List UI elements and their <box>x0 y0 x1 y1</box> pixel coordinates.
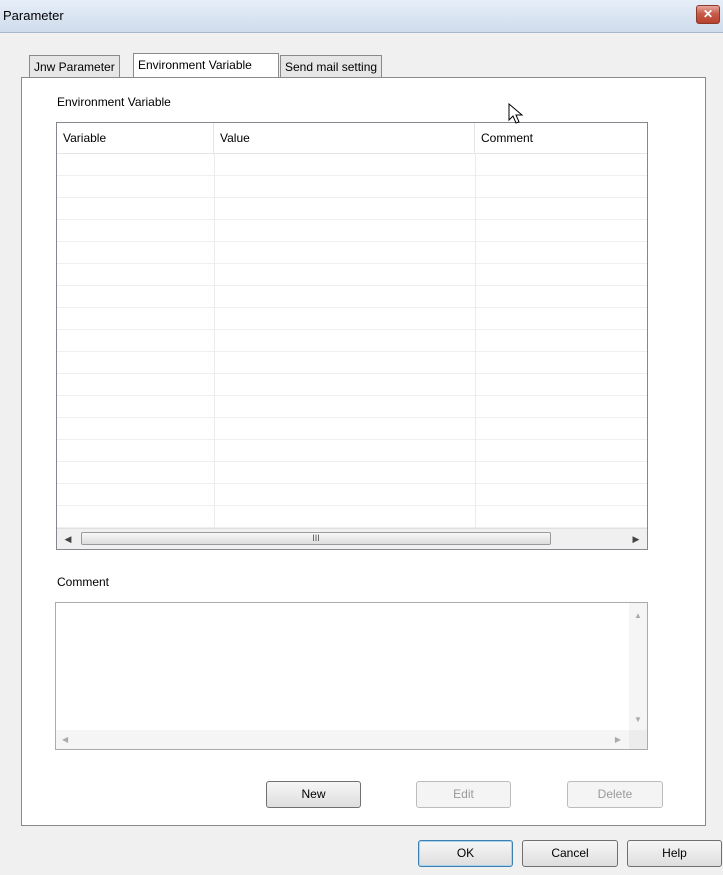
tab-environment-variable[interactable]: Environment Variable <box>133 53 279 77</box>
chevron-left-icon[interactable]: ◀ <box>62 735 68 744</box>
comment-vertical-scrollbar[interactable]: ▲ ▼ <box>629 603 647 730</box>
chevron-up-icon[interactable]: ▲ <box>634 611 642 620</box>
chevron-right-icon[interactable]: ▶ <box>629 532 643 546</box>
delete-button[interactable]: Delete <box>567 781 663 808</box>
table-row[interactable] <box>57 264 647 286</box>
mouse-cursor-icon <box>508 103 524 124</box>
title-bar: Parameter ✕ <box>0 0 723 33</box>
table-row[interactable] <box>57 220 647 242</box>
environment-variable-table[interactable]: Variable Value Comment ◀ III ▶ <box>56 122 648 550</box>
table-row[interactable] <box>57 242 647 264</box>
help-button[interactable]: Help <box>627 840 722 867</box>
window-title: Parameter <box>3 8 64 23</box>
column-header-value[interactable]: Value <box>214 123 475 153</box>
edit-button[interactable]: Edit <box>416 781 511 808</box>
table-row[interactable] <box>57 418 647 440</box>
table-row[interactable] <box>57 462 647 484</box>
grip-icon: III <box>312 533 320 543</box>
column-divider <box>214 154 215 528</box>
ok-button[interactable]: OK <box>418 840 513 867</box>
table-row[interactable] <box>57 308 647 330</box>
column-divider <box>475 154 476 528</box>
table-row[interactable] <box>57 198 647 220</box>
table-row[interactable] <box>57 330 647 352</box>
new-button[interactable]: New <box>266 781 361 808</box>
scrollbar-thumb[interactable]: III <box>81 532 551 545</box>
comment-textarea[interactable]: ▲ ▼ ◀ ▶ <box>55 602 648 750</box>
table-row[interactable] <box>57 176 647 198</box>
table-horizontal-scrollbar[interactable]: ◀ III ▶ <box>57 528 647 549</box>
cancel-button[interactable]: Cancel <box>522 840 618 867</box>
close-button[interactable]: ✕ <box>696 5 720 24</box>
chevron-left-icon[interactable]: ◀ <box>61 532 75 546</box>
comment-horizontal-scrollbar[interactable]: ◀ ▶ <box>56 730 629 749</box>
tab-jnw-parameter[interactable]: Jnw Parameter <box>29 55 120 77</box>
table-row[interactable] <box>57 154 647 176</box>
chevron-down-icon[interactable]: ▼ <box>634 715 642 724</box>
table-row[interactable] <box>57 286 647 308</box>
environment-variable-label: Environment Variable <box>57 95 171 109</box>
table-row[interactable] <box>57 374 647 396</box>
table-row[interactable] <box>57 484 647 506</box>
table-row[interactable] <box>57 506 647 528</box>
table-header: Variable Value Comment <box>57 123 647 154</box>
table-row[interactable] <box>57 440 647 462</box>
table-row[interactable] <box>57 396 647 418</box>
table-body[interactable] <box>57 154 647 528</box>
chevron-right-icon[interactable]: ▶ <box>615 735 621 744</box>
scrollbar-corner <box>629 730 647 749</box>
table-row[interactable] <box>57 352 647 374</box>
column-header-variable[interactable]: Variable <box>57 123 214 153</box>
comment-label: Comment <box>57 575 110 589</box>
column-header-comment[interactable]: Comment <box>475 123 647 153</box>
tab-send-mail-setting[interactable]: Send mail setting <box>280 55 383 77</box>
close-icon: ✕ <box>702 7 714 21</box>
